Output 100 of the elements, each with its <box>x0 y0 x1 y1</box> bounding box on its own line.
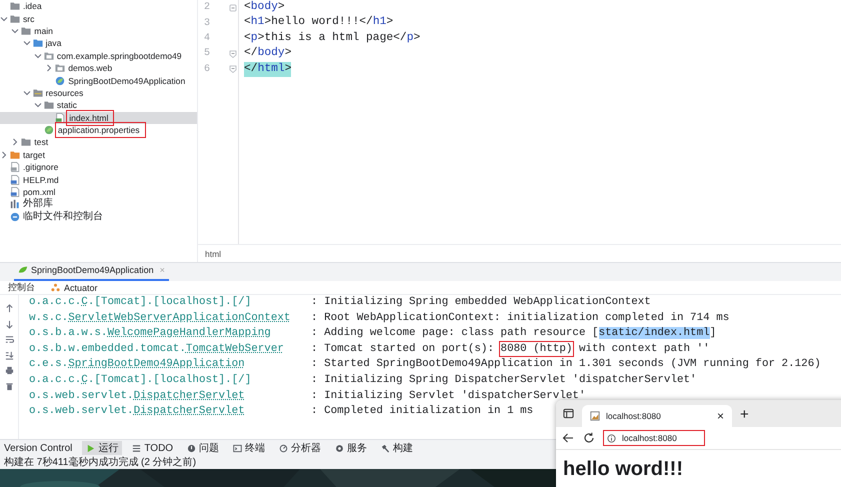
item-label: java <box>46 37 62 50</box>
tool-window-button[interactable]: TODO <box>128 441 178 455</box>
tree-item[interactable]: com.example.springbootdemo49 <box>0 50 197 62</box>
log-message: : Adding welcome page: class path resource [static/index.html] <box>311 326 716 342</box>
tool-window-button[interactable]: Version Control <box>0 441 76 455</box>
tree-item[interactable]: SpringBootDemo49Application <box>0 74 197 87</box>
logger-name[interactable]: o.s.web.servlet.DispatcherServlet <box>29 404 311 420</box>
item-label: .gitignore <box>23 161 58 174</box>
log-message: : Completed initialization in 1 ms <box>311 404 534 420</box>
address-field[interactable]: localhost:8080 <box>604 431 704 445</box>
logger-name[interactable]: o.s.b.w.embedded.tomcat.TomcatWebServer <box>29 342 311 358</box>
item-label: 临时文件和控制台 <box>23 210 103 223</box>
console-tab[interactable]: Actuator <box>51 282 98 292</box>
tree-item[interactable]: test <box>0 136 197 149</box>
tool-window-button[interactable]: 运行 <box>82 441 122 455</box>
item-label: resources <box>46 86 84 99</box>
run-icon <box>86 444 96 452</box>
item-label: application.properties <box>56 124 144 136</box>
item-label: pom.xml <box>23 186 56 198</box>
tree-item[interactable]: .idea <box>0 0 197 12</box>
tree-item[interactable]: 外部库 <box>0 198 197 211</box>
tool-window-button[interactable]: 服务 <box>331 441 372 455</box>
log-message: : Root WebApplicationContext: initialization completed in 714 ms <box>311 310 730 326</box>
logger-name[interactable]: c.e.s.SpringBootDemo49Application <box>29 357 311 373</box>
tree-item[interactable]: .gitignore <box>0 161 197 174</box>
chevron-icon[interactable] <box>11 26 20 35</box>
nodes-icon <box>51 283 60 292</box>
chevron-icon[interactable] <box>45 64 54 72</box>
logger-name[interactable]: o.s.b.a.w.s.WelcomePageHandlerMapping <box>29 326 311 342</box>
item-label: demos.web <box>68 62 112 74</box>
item-label: HELP.md <box>23 174 59 186</box>
arrow-up-icon[interactable] <box>4 304 14 313</box>
tree-item[interactable]: 临时文件和控制台 <box>0 210 197 224</box>
arrow-down-icon[interactable] <box>4 320 14 328</box>
new-tab-button[interactable]: + <box>740 406 749 423</box>
log-message: : Started SpringBootDemo49Application in 1.301 seconds (JVM running for 2.126) <box>311 357 821 372</box>
log-message: : Initializing Spring DispatcherServlet 'dispatcherServlet' <box>311 372 697 388</box>
list-icon <box>132 444 142 452</box>
file-icon <box>10 174 20 185</box>
logger-name[interactable]: o.a.c.c.C.[Tomcat].[localhost].[/] <box>29 372 311 389</box>
wrap-icon[interactable] <box>4 335 14 344</box>
tool-window-button[interactable]: 构建 <box>377 441 418 455</box>
tree-item[interactable]: demos.web <box>0 62 197 74</box>
log-message: : Tomcat started on port(s): 8080 (http) with context path '' <box>311 342 710 357</box>
folder-icon <box>21 137 32 148</box>
item-label: target <box>23 148 45 161</box>
warning-icon <box>187 444 196 452</box>
tool-window-button[interactable]: 问题 <box>183 441 224 455</box>
line-number: 5 <box>202 48 210 60</box>
code-line: <h1>hello word!!!</h1> <box>244 15 394 30</box>
chevron-icon[interactable] <box>22 39 31 48</box>
tree-item[interactable]: java <box>0 37 197 50</box>
tree-item[interactable]: src <box>0 12 197 25</box>
tree-item[interactable]: pom.xml <box>0 186 197 198</box>
package-icon <box>44 50 54 61</box>
tree-item[interactable]: HELP.md <box>0 173 197 186</box>
tool-window-button[interactable]: 终端 <box>229 441 270 455</box>
info-icon[interactable] <box>607 434 616 442</box>
tree-item[interactable]: static <box>0 99 197 112</box>
console-tab[interactable]: 控制台 <box>8 281 35 294</box>
chevron-icon[interactable] <box>22 88 31 97</box>
logger-name[interactable]: o.a.c.c.C.[Tomcat].[localhost].[/] <box>29 295 311 311</box>
logger-name[interactable]: w.s.c.ServletWebServerApplicationContext <box>29 310 311 326</box>
status-message: 构建在 7秒411毫秒内成功完成 (2 分钟之前) <box>4 457 196 468</box>
item-label: src <box>23 12 34 25</box>
item-label: .idea <box>23 0 42 12</box>
folder-icon <box>10 1 20 12</box>
sidebar-icon[interactable] <box>563 408 574 419</box>
tool-window-button[interactable]: 分析器 <box>275 441 326 455</box>
item-label: test <box>34 136 48 148</box>
chevron-icon[interactable] <box>0 14 8 23</box>
tree-item[interactable]: index.html <box>0 112 197 124</box>
page-heading: hello word!!! <box>563 458 684 481</box>
browser-tab[interactable]: localhost:8080 × <box>582 405 732 427</box>
folder-icon <box>10 14 20 24</box>
file-icon <box>10 162 20 172</box>
chevron-icon[interactable] <box>11 138 20 146</box>
item-label: 外部库 <box>23 198 53 210</box>
tree-item[interactable]: resources <box>0 86 197 100</box>
print-icon[interactable] <box>4 366 14 375</box>
logger-name[interactable]: o.s.web.servlet.DispatcherServlet <box>29 388 311 404</box>
leaf-icon <box>18 264 28 274</box>
package-icon <box>55 63 66 74</box>
breadcrumb[interactable]: html <box>205 248 222 258</box>
folder-icon <box>32 88 43 98</box>
file-icon <box>55 112 66 123</box>
folder-icon <box>32 38 43 48</box>
tree-item[interactable]: application.properties <box>0 124 197 136</box>
item-label: SpringBootDemo49Application <box>68 74 186 87</box>
chevron-icon[interactable] <box>34 52 42 60</box>
run-tab[interactable]: SpringBootDemo49Application × <box>14 263 169 281</box>
item-label: index.html <box>68 112 112 124</box>
scroll-end-icon[interactable] <box>4 350 14 360</box>
chevron-icon[interactable] <box>34 101 42 110</box>
tree-item[interactable]: target <box>0 148 197 162</box>
chevron-icon[interactable] <box>0 150 8 159</box>
trash-icon[interactable] <box>4 382 14 390</box>
tree-item[interactable]: main <box>0 24 197 38</box>
refresh-icon[interactable] <box>583 432 595 444</box>
back-icon[interactable] <box>562 432 574 444</box>
